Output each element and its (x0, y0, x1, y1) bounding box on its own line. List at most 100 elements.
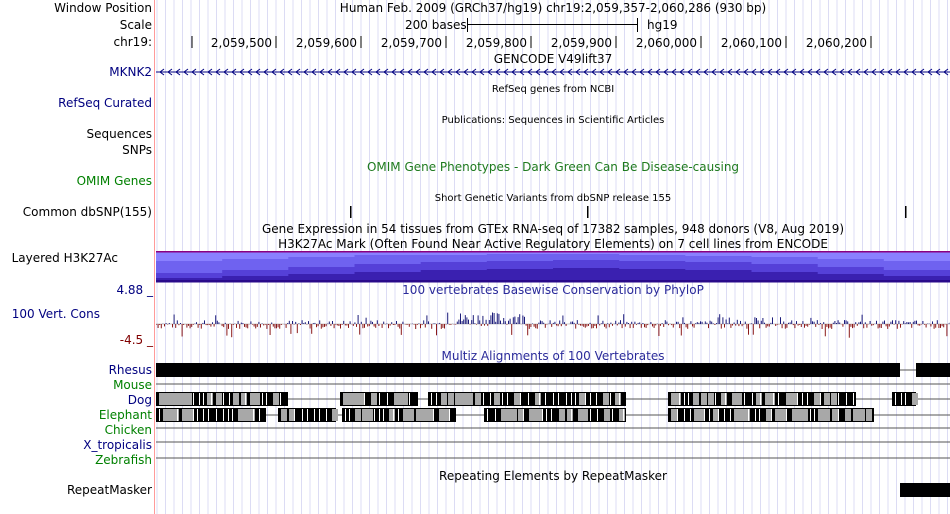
multiz-row-dog-mismatch (266, 393, 267, 405)
snp-tick (905, 206, 907, 218)
phylop-bar (476, 324, 477, 325)
multiz-species-alignments[interactable] (156, 362, 950, 468)
phylop-bar (213, 324, 215, 327)
phylop-bar (844, 320, 845, 324)
multiz-row-elephant-mismatch (249, 409, 255, 421)
phylop-bar (621, 324, 623, 329)
phylop-bar (311, 324, 313, 334)
phylop-bar (554, 321, 556, 324)
species-label-zebrafish[interactable]: Zebrafish (95, 453, 152, 467)
phylop-bar (813, 321, 815, 324)
multiz-row-dog-mismatch (402, 393, 408, 405)
gene-label-mknk2[interactable]: MKNK2 (109, 65, 152, 79)
phylop-bar (455, 324, 457, 325)
phylop-bar (871, 324, 873, 326)
multiz-row-dog-mismatch (520, 393, 521, 405)
phylop-bar (224, 322, 226, 324)
mknk2-gene-model[interactable] (156, 66, 950, 78)
phylop-bar (626, 321, 628, 324)
multiz-row-elephant-mismatch (866, 409, 872, 421)
phylop-bar (930, 324, 932, 327)
phylop-bar (536, 324, 538, 329)
phylop-bar (364, 324, 365, 328)
phylop-bar (210, 324, 212, 327)
refseq-track-label[interactable]: RefSeq Curated (58, 96, 152, 110)
species-label-chicken[interactable]: Chicken (105, 423, 152, 437)
scale-bar-right-cap (637, 18, 638, 32)
phylop-bar (724, 324, 725, 328)
phylop-bar (416, 324, 418, 325)
multiz-row-dog-mismatch (756, 393, 762, 405)
h3k27ac-layered-signal[interactable] (156, 251, 950, 283)
multiz-row-dog-mismatch (241, 393, 247, 405)
chrom-label: chr19: (113, 35, 152, 49)
phylop-bar (245, 324, 247, 328)
phylop-bar (300, 324, 301, 325)
phylop-bar (765, 324, 767, 328)
phylop-bar (309, 324, 311, 329)
multiz-row-elephant-mismatch (704, 409, 705, 421)
phylop-bar (344, 324, 346, 326)
multiz-row-elephant-mismatch (326, 409, 327, 421)
phylop-bar (280, 324, 282, 325)
repeatmasker-track-label[interactable]: RepeatMasker (67, 483, 152, 497)
phylop-bar (624, 324, 626, 327)
track-image-area[interactable]: Human Feb. 2009 (GRCh37/hg19) chr19:2,05… (156, 0, 950, 514)
phylop-bar (381, 324, 383, 328)
phylop-bar (732, 324, 733, 326)
repeatmasker-elements[interactable] (156, 482, 950, 498)
phylop-bar (468, 319, 469, 324)
phylop-bar (530, 324, 532, 327)
species-label-dog[interactable]: Dog (128, 393, 152, 407)
phylop-track-label[interactable]: 100 Vert. Cons (12, 307, 100, 321)
phylop-bar (316, 324, 317, 328)
phylop-bar (631, 321, 633, 324)
multiz-row-elephant-mismatch (379, 409, 380, 421)
multiz-row-elephant-mismatch (684, 409, 685, 421)
base-position-ruler[interactable]: 2,059,500 2,059,600 2,059,700 2,059,800 2,05… (156, 35, 950, 51)
species-label-mouse[interactable]: Mouse (113, 378, 152, 392)
phylop-bar (679, 324, 681, 329)
multiz-row-elephant-mismatch (281, 409, 287, 421)
multiz-row-dog-mismatch (193, 393, 194, 405)
phylop-bar (178, 324, 180, 326)
phylop-track-title: 100 vertebrates Basewise Conservation by… (402, 283, 704, 297)
dbsnp-track-label[interactable]: Common dbSNP(155) (23, 205, 152, 219)
species-label-elephant[interactable]: Elephant (99, 408, 152, 422)
publications-sequences-label[interactable]: Sequences (87, 127, 152, 141)
phylop-conservation-bars[interactable] (156, 298, 950, 350)
phylop-bar (751, 323, 753, 324)
phylop-bar (933, 324, 935, 329)
phylop-bar (436, 324, 437, 336)
multiz-row-dog-mismatch (853, 393, 854, 405)
species-label-rhesus[interactable]: Rhesus (109, 363, 152, 377)
phylop-bar (356, 324, 357, 327)
phylop-bar (600, 323, 602, 324)
phylop-bar (586, 324, 588, 327)
phylop-bar (943, 324, 945, 328)
multiz-row-elephant-mismatch (853, 409, 859, 421)
multiz-row-dog-mismatch (701, 393, 707, 405)
phylop-bar (853, 324, 855, 328)
multiz-row-dog-mismatch (467, 393, 473, 405)
omim-track-label[interactable]: OMIM Genes (77, 174, 152, 188)
phylop-bar (290, 324, 292, 334)
phylop-bar (359, 324, 361, 335)
species-label-x-tropicalis[interactable]: X_tropicalis (83, 438, 152, 452)
phylop-bar (647, 324, 649, 326)
multiz-row-dog-mismatch (610, 393, 611, 405)
publications-snps-label[interactable]: SNPs (122, 143, 152, 157)
phylop-bar (303, 323, 305, 324)
phylop-bar (258, 321, 260, 324)
dbsnp-variant-ticks[interactable] (156, 205, 950, 219)
phylop-bar (588, 324, 589, 326)
multiz-row-dog-mismatch (409, 393, 410, 405)
phylop-bar (741, 324, 743, 327)
phylop-bar (372, 321, 373, 324)
phylop-bar (269, 324, 271, 335)
phylop-bar (664, 320, 666, 324)
phylop-bar (892, 320, 893, 324)
phylop-bar (293, 324, 295, 325)
h3k27ac-track-label[interactable]: Layered H3K27Ac (12, 251, 118, 265)
phylop-bar (716, 323, 717, 324)
